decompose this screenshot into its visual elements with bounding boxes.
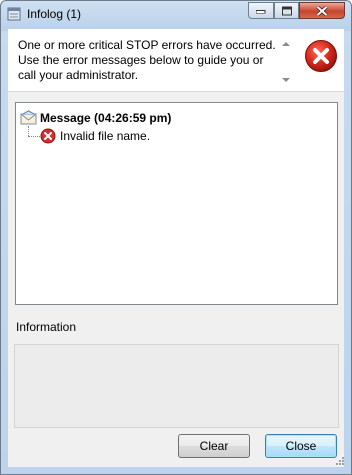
close-icon — [316, 5, 328, 16]
stop-error-icon — [305, 40, 337, 72]
header-scrollbar[interactable] — [281, 38, 292, 86]
message-tree[interactable]: Message (04:26:59 pm) Invalid file name. — [15, 102, 338, 305]
tree-node-message-label: Message (04:26:59 pm) — [40, 111, 172, 125]
error-icon — [40, 128, 56, 144]
infolog-app-icon — [7, 7, 21, 21]
infolog-window: Infolog (1) One or more critical STOP er… — [0, 0, 352, 475]
message-envelope-icon — [20, 110, 37, 125]
window-title: Infolog (1) — [27, 7, 82, 21]
clear-button[interactable]: Clear — [178, 434, 250, 458]
error-summary-text: One or more critical STOP errors have oc… — [18, 38, 280, 83]
maximize-button[interactable] — [274, 2, 299, 19]
close-button[interactable]: Close — [265, 434, 337, 458]
title-bar[interactable]: Infolog (1) — [1, 1, 351, 29]
error-header: One or more critical STOP errors have oc… — [8, 29, 344, 92]
infolog-client-area: One or more critical STOP errors have oc… — [8, 29, 344, 467]
maximize-icon — [281, 6, 292, 15]
error-summary-line: One or more critical STOP errors have oc… — [18, 38, 276, 52]
information-label: Information — [16, 320, 77, 334]
window-close-button[interactable] — [299, 2, 345, 19]
error-summary-line: call your administrator. — [18, 68, 139, 82]
resize-grip-icon[interactable] — [335, 456, 345, 466]
scroll-up-arrow-icon[interactable] — [282, 42, 290, 46]
tree-connector — [28, 126, 29, 136]
tree-connector — [28, 136, 40, 137]
minimize-button[interactable] — [248, 2, 274, 19]
tree-node-error-label: Invalid file name. — [60, 129, 151, 143]
minimize-icon — [256, 9, 266, 13]
scroll-down-arrow-icon[interactable] — [282, 78, 290, 82]
error-summary-line: Use the error messages below to guide yo… — [18, 53, 264, 67]
information-box[interactable] — [14, 344, 339, 428]
